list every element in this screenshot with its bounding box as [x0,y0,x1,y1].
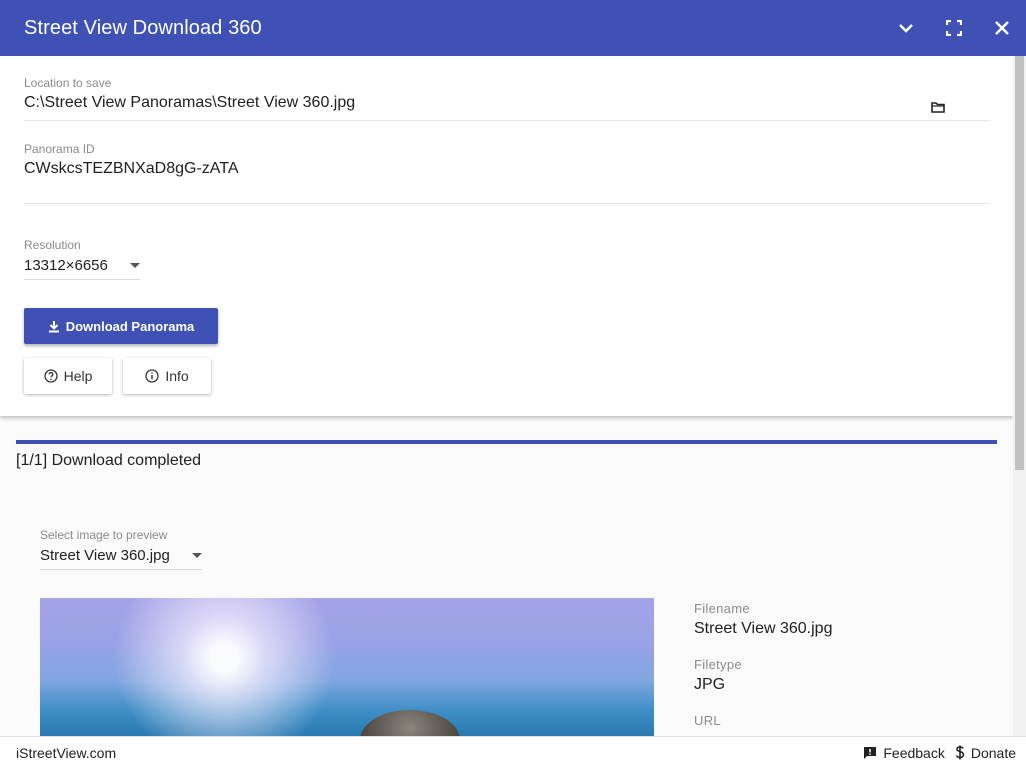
dropdown-arrow-icon [130,263,140,268]
donate-button[interactable]: Donate [955,745,1016,761]
url-label: URL [694,713,721,728]
panorama-id-underline [24,203,990,204]
dollar-icon [955,745,965,760]
resolution-value: 13312×6656 [24,257,108,274]
resolution-dropdown[interactable]: 13312×6656 [24,252,140,280]
download-panorama-button[interactable]: Download Panorama [24,308,218,344]
progress-fill [16,440,997,444]
location-value[interactable]: C:\Street View Panoramas\Street View 360… [24,94,990,112]
scrollbar-thumb[interactable] [1015,56,1024,470]
feedback-icon [864,746,877,759]
collapse-button[interactable] [882,0,930,56]
location-field[interactable]: Location to save C:\Street View Panorama… [24,76,990,121]
download-button-label: Download Panorama [65,318,195,334]
close-icon [995,21,1009,35]
panorama-id-label: Panorama ID [24,142,95,156]
filetype-label: Filetype [694,657,742,672]
filetype-info: Filetype JPG [694,657,742,694]
preview-selected-value: Street View 360.jpg [40,547,170,564]
download-icon [48,320,59,332]
info-button-label: Info [165,368,189,384]
app-title: Street View Download 360 [24,16,262,39]
filename-label: Filename [694,601,750,616]
resolution-select[interactable]: Resolution 13312×6656 [24,238,140,280]
title-bar: Street View Download 360 [0,0,1026,56]
fullscreen-icon [946,20,962,36]
content-area: Location to save C:\Street View Panorama… [0,56,1026,736]
scrollbar[interactable] [1013,56,1026,736]
feedback-button[interactable]: Feedback [863,744,945,761]
url-info: URL [694,713,721,728]
filename-value: Street View 360.jpg [694,620,833,637]
help-button-label: Help [63,368,93,384]
panorama-id-value[interactable]: CWskcsTEZBNXaD8gG-zATA [24,160,990,178]
download-progress-bar [16,440,997,444]
download-status: [1/1] Download completed [16,452,201,469]
info-button[interactable]: Info [123,358,211,394]
preview-rock [360,710,460,736]
help-circle-icon [43,369,58,383]
info-circle-icon [145,369,159,383]
preview-select-label: Select image to preview [40,528,168,542]
location-underline [24,120,990,121]
settings-card: Location to save C:\Street View Panorama… [0,56,1013,416]
donate-label: Donate [970,744,1016,761]
preview-select[interactable]: Select image to preview Street View 360.… [40,528,202,570]
dropdown-arrow-icon [192,553,202,558]
preview-dropdown[interactable]: Street View 360.jpg [40,542,202,570]
resolution-label: Resolution [24,238,81,252]
panorama-preview-image[interactable] [40,598,654,736]
fullscreen-button[interactable] [930,0,978,56]
browse-folder-button[interactable] [926,95,950,119]
feedback-label: Feedback [883,744,945,761]
help-button[interactable]: Help [24,358,112,394]
filename-info: Filename Street View 360.jpg [694,601,832,638]
panorama-id-field[interactable]: Panorama ID CWskcsTEZBNXaD8gG-zATA [24,142,990,204]
site-link[interactable]: iStreetView.com [0,745,863,761]
footer: iStreetView.com Feedback Donate [0,736,1026,768]
close-button[interactable] [978,0,1026,56]
folder-icon [931,102,945,113]
chevron-down-icon [899,23,913,33]
location-label: Location to save [24,76,112,90]
filetype-value: JPG [694,676,726,693]
